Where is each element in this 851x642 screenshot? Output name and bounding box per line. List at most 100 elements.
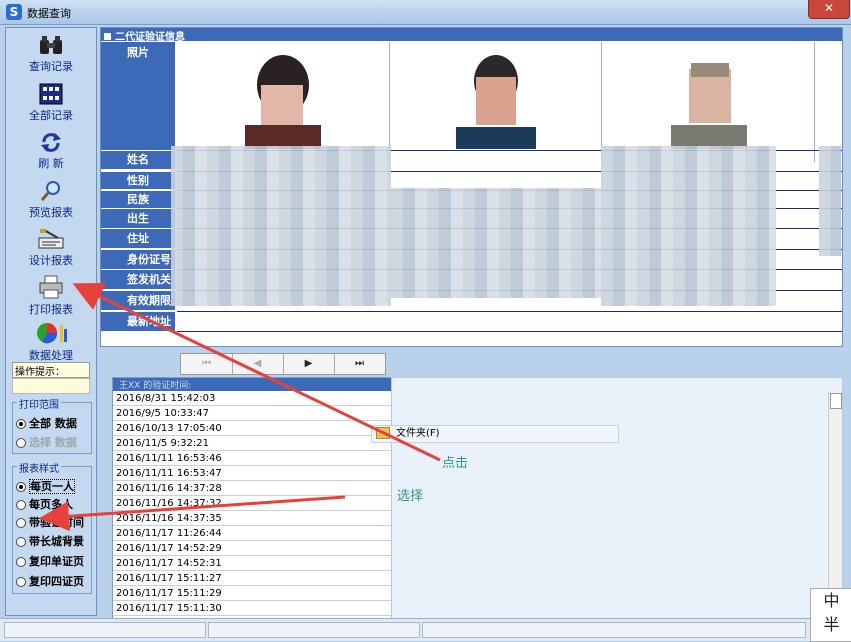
radio-dot <box>16 557 26 567</box>
folder-menu-item[interactable]: 文件夹(F) <box>371 425 619 443</box>
printer-icon <box>39 275 63 299</box>
radio-dot <box>16 482 26 492</box>
print-range-group: 打印范围 全部 数据 选择 数据 <box>12 396 92 454</box>
app-icon: S <box>6 4 22 20</box>
list-item[interactable]: 2016/11/17 15:11:29 <box>113 587 391 601</box>
grid-icon <box>39 83 63 105</box>
tool-label: 刷 新 <box>38 157 64 170</box>
refresh-icon <box>41 133 61 152</box>
row-divider <box>177 311 842 312</box>
list-item[interactable]: 2016/11/17 15:11:27 <box>113 572 391 586</box>
preview-report-button[interactable]: 预览报表 <box>6 180 96 220</box>
field-label: 签发机关 <box>101 270 175 289</box>
field-label: 出生 <box>101 209 175 228</box>
folder-menu-label: 文件夹(F) <box>396 428 440 439</box>
scroll-thumb[interactable] <box>830 393 842 409</box>
id-photo <box>667 45 751 149</box>
radio-dot <box>16 537 26 547</box>
window-title: 数据查询 <box>27 7 71 20</box>
record-navigator: ⏮ ◀ ▶ ⏭ <box>180 353 386 375</box>
verify-time-list: 王XX 的验证时间: 2016/8/31 15:42:03 2016/9/5 1… <box>112 377 392 619</box>
id-photo <box>241 45 325 149</box>
radio-label: 带验证时间 <box>29 516 84 529</box>
print-report-button[interactable]: 打印报表 <box>6 275 96 317</box>
hint-label: 操作提示： <box>12 362 90 378</box>
list-item[interactable]: 2016/11/17 11:26:44 <box>113 527 391 541</box>
field-label-photo: 照片 <box>101 42 175 150</box>
radio-label: 复印四证页 <box>29 575 84 588</box>
group-title: 打印范围 <box>17 396 61 411</box>
column-divider <box>389 42 390 162</box>
status-segment <box>208 622 420 638</box>
list-item[interactable]: 2016/11/5 9:32:21 <box>113 437 391 451</box>
nav-first-button[interactable]: ⏮ <box>181 354 233 374</box>
list-item[interactable]: 2016/11/17 14:52:29 <box>113 542 391 556</box>
radio-label: 全部 数据 <box>29 417 77 430</box>
field-label: 有效期限 <box>101 291 175 310</box>
nav-last-button[interactable]: ⏭ <box>334 354 385 374</box>
redacted-area <box>601 146 776 306</box>
tool-label: 数据处理 <box>29 349 73 362</box>
close-button[interactable]: ✕ <box>808 0 850 19</box>
radio-copy-four[interactable]: 复印四证页 <box>16 573 84 589</box>
watermark-logo: 中 半 <box>810 588 851 642</box>
list-item[interactable]: 2016/9/5 10:33:47 <box>113 407 391 421</box>
radio-dot <box>16 577 26 587</box>
field-label: 住址 <box>101 229 175 248</box>
vertical-scrollbar[interactable] <box>828 391 842 617</box>
radio-all-data[interactable]: 全部 数据 <box>16 415 77 431</box>
radio-with-verify-time[interactable]: 带验证时间 <box>16 514 84 530</box>
pie-chart-icon <box>37 323 67 344</box>
list-item[interactable]: 2016/11/16 14:37:35 <box>113 512 391 526</box>
annotation-click: 点击 <box>442 456 469 471</box>
redacted-area <box>391 188 601 298</box>
query-records-button[interactable]: 查询记录 <box>6 34 96 74</box>
report-preview-area <box>391 377 843 619</box>
radio-multi-per-page[interactable]: 每页多人 <box>16 496 73 512</box>
radio-dot <box>16 438 26 448</box>
radio-label: 选择 数据 <box>29 436 77 449</box>
redacted-area <box>171 146 391 306</box>
design-report-button[interactable]: 设计报表 <box>6 228 96 268</box>
list-item[interactable]: 2016/11/16 14:37:28 <box>113 482 391 496</box>
nav-next-button[interactable]: ▶ <box>283 354 335 374</box>
radio-greatwall-bg[interactable]: 带长城背景 <box>16 533 84 549</box>
status-segment <box>4 622 206 638</box>
id-photo <box>454 45 538 149</box>
radio-dot <box>16 419 26 429</box>
field-label: 最新地址 <box>101 312 175 331</box>
nav-prev-button[interactable]: ◀ <box>232 354 284 374</box>
group-title: 报表样式 <box>17 460 61 475</box>
row-divider <box>177 331 842 332</box>
tool-label: 预览报表 <box>29 206 73 219</box>
radio-dot <box>16 518 26 528</box>
magnifier-icon <box>40 181 60 201</box>
redacted-area <box>819 146 841 256</box>
refresh-button[interactable]: 刷 新 <box>6 131 96 171</box>
list-item[interactable]: 2016/8/31 15:42:03 <box>113 392 391 406</box>
data-processing-button[interactable]: 数据处理 <box>6 321 96 363</box>
radio-label: 每页一人 <box>29 479 75 494</box>
all-records-button[interactable]: 全部记录 <box>6 83 96 123</box>
annotation-select: 选择 <box>397 489 424 504</box>
list-item[interactable]: 2016/11/11 16:53:46 <box>113 452 391 466</box>
field-label: 民族 <box>101 191 175 208</box>
radio-dot <box>16 500 26 510</box>
radio-selected-data[interactable]: 选择 数据 <box>16 434 77 450</box>
list-item[interactable]: 2016/11/17 15:11:30 <box>113 602 391 616</box>
field-label: 姓名 <box>101 151 175 169</box>
collapse-icon[interactable] <box>104 33 111 40</box>
logo-char: 中 <box>823 591 840 610</box>
logo-char: 半 <box>823 615 840 634</box>
list-item[interactable]: 2016/11/16 14:37:32 <box>113 497 391 511</box>
radio-one-per-page[interactable]: 每页一人 <box>16 478 75 494</box>
radio-label: 每页多人 <box>29 498 73 511</box>
tool-label: 打印报表 <box>29 303 73 316</box>
list-item[interactable]: 2016/11/11 16:53:47 <box>113 467 391 481</box>
list-item[interactable]: 2016/10/13 17:05:40 <box>113 422 391 436</box>
radio-copy-single[interactable]: 复印单证页 <box>16 553 84 569</box>
field-label: 性别 <box>101 172 175 189</box>
list-item[interactable]: 2016/11/17 14:52:31 <box>113 557 391 571</box>
hint-box <box>12 378 90 394</box>
field-label: 身份证号 <box>101 250 175 269</box>
